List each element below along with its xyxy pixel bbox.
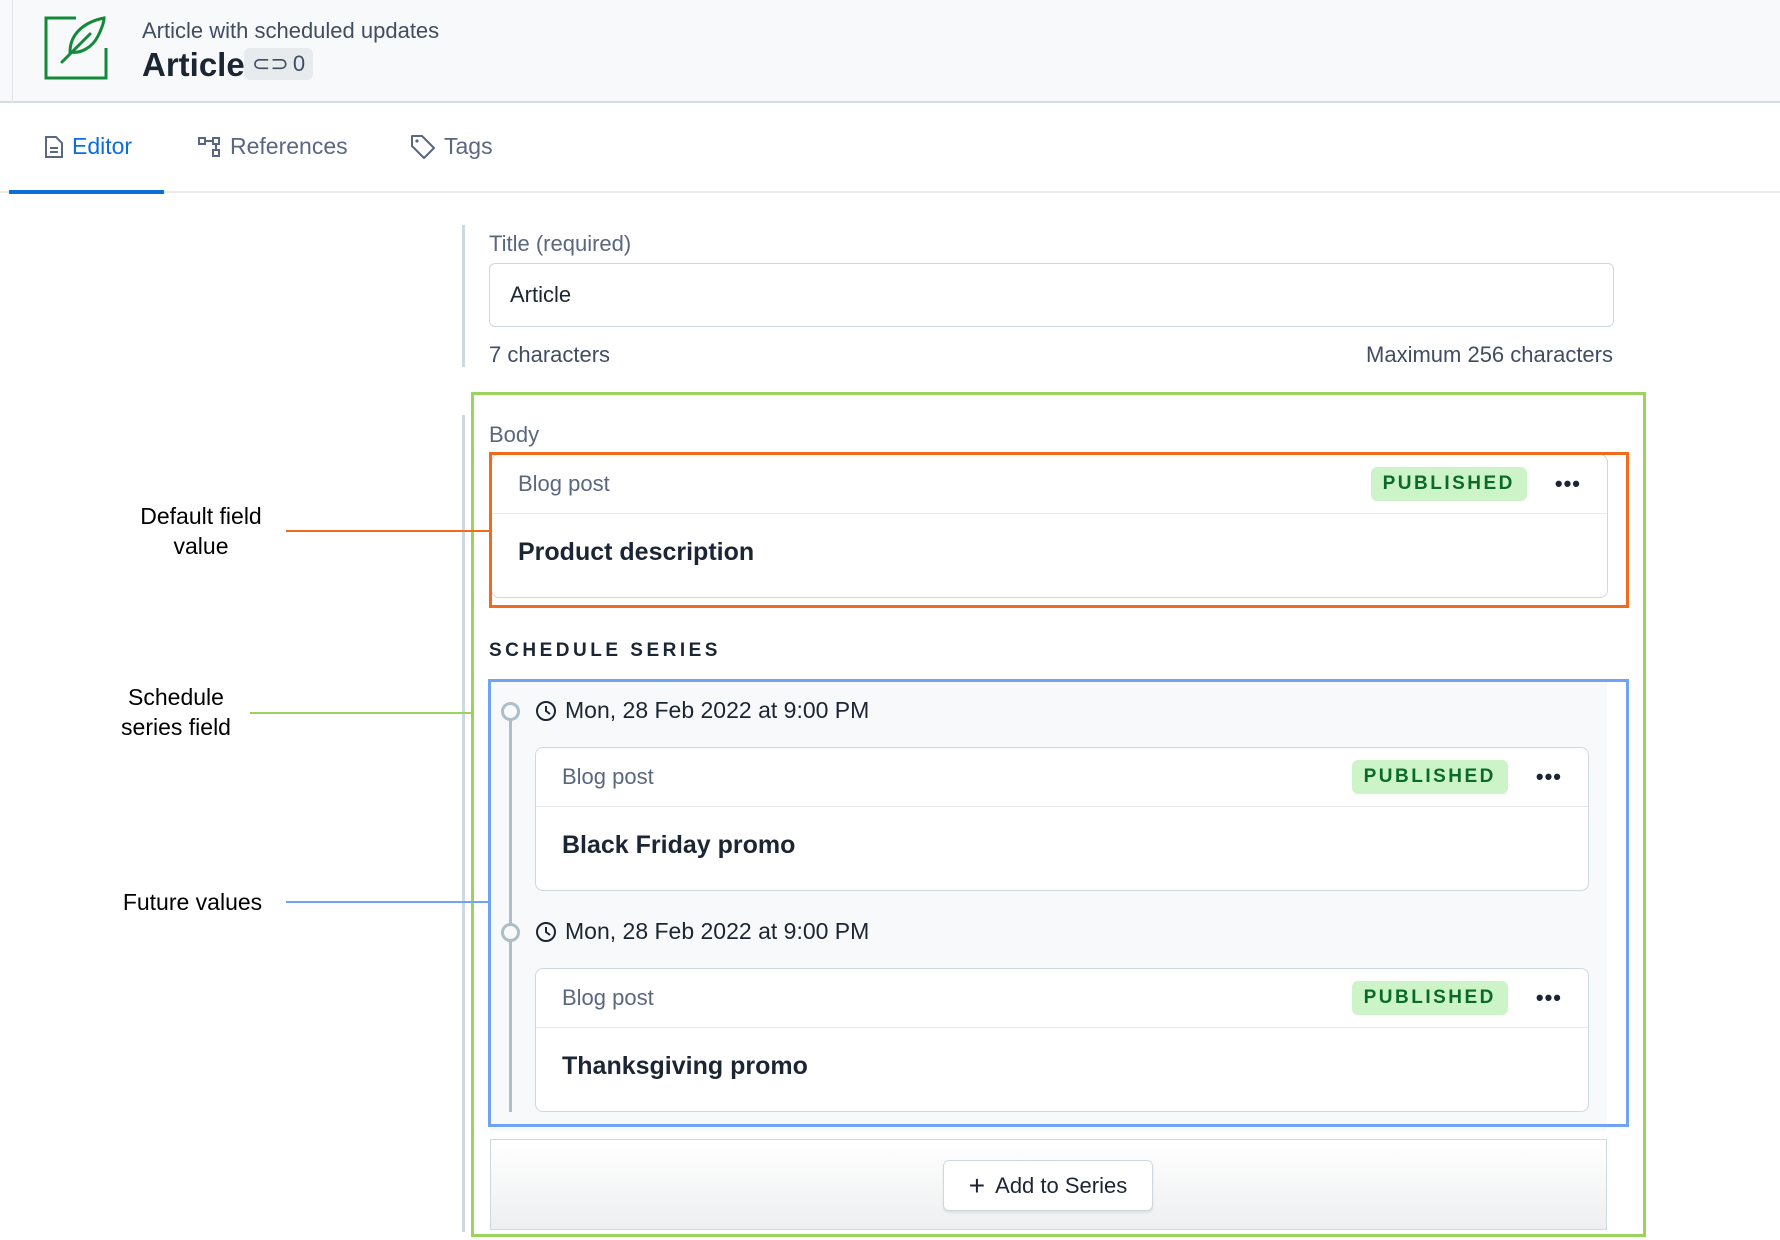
annotation-line (286, 901, 488, 903)
feather-icon (44, 16, 108, 80)
title-field-label: Title (required) (489, 231, 632, 256)
tab-editor[interactable]: Editor (44, 133, 132, 160)
title-input[interactable] (489, 263, 1614, 327)
links-badge[interactable]: ⊂⊃ 0 (244, 48, 314, 80)
entry-header: Article with scheduled updates Article ⊂… (0, 0, 1780, 103)
default-value-highlight (489, 452, 1629, 608)
tab-label: References (230, 133, 348, 159)
annotation-default: Default field value (140, 503, 262, 559)
tab-bar: Editor References Tags (0, 103, 1780, 194)
tag-icon (411, 134, 435, 159)
annotation-line (286, 530, 489, 532)
field-indicator (462, 415, 465, 1232)
active-tab-indicator (9, 190, 164, 194)
links-count: 0 (292, 51, 306, 76)
annotation-future: Future values (122, 889, 263, 915)
content-type-name: Article with scheduled updates (142, 18, 440, 43)
divider (12, 0, 13, 103)
document-icon (45, 135, 63, 158)
future-values-highlight (488, 679, 1629, 1127)
max-chars: Maximum 256 characters (1366, 342, 1613, 367)
tab-tags[interactable]: Tags (410, 133, 493, 160)
char-count: 7 characters (489, 342, 611, 367)
link-icon: ⊂⊃ (252, 51, 289, 76)
tab-references[interactable]: References (198, 133, 348, 160)
annotation-line (250, 712, 471, 714)
annotation-schedule: Schedule series field (121, 684, 231, 740)
hierarchy-icon (198, 136, 220, 157)
tab-label: Tags (444, 133, 493, 159)
field-indicator (462, 225, 465, 367)
tab-label: Editor (72, 133, 133, 159)
entry-title: Article (142, 46, 245, 83)
